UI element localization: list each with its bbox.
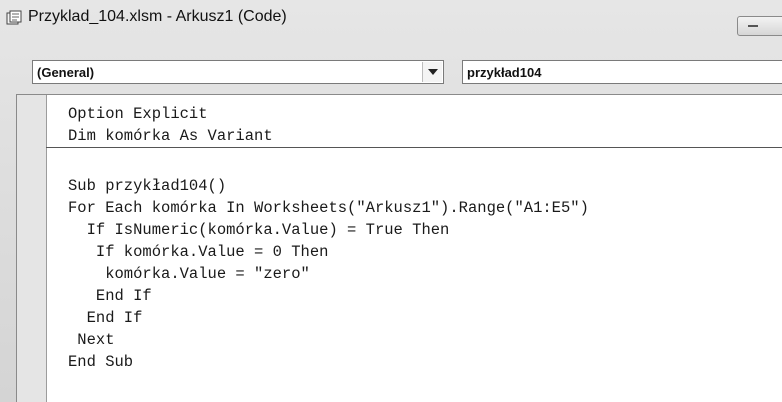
code-line[interactable]: End If [68, 308, 143, 328]
margin-indicator-bar[interactable] [17, 95, 47, 402]
vba-module-icon [6, 10, 22, 25]
object-dropdown-value: (General) [37, 65, 95, 80]
code-line[interactable]: Option Explicit [68, 104, 208, 124]
title-bar[interactable]: Przyklad_104.xlsm - Arkusz1 (Code) [0, 0, 782, 40]
object-dropdown[interactable]: (General) [32, 60, 444, 84]
vbe-code-window: Przyklad_104.xlsm - Arkusz1 (Code) (Gene… [0, 0, 782, 402]
code-line[interactable]: Sub przykład104() [68, 176, 226, 196]
code-line[interactable]: For Each komórka In Worksheets("Arkusz1"… [68, 198, 589, 218]
code-line[interactable]: If IsNumeric(komórka.Value) = True Then [68, 220, 450, 240]
code-line[interactable]: If komórka.Value = 0 Then [68, 242, 329, 262]
procedure-separator [46, 147, 782, 148]
minimize-icon [748, 25, 758, 27]
window-title: Przyklad_104.xlsm - Arkusz1 (Code) [28, 8, 287, 25]
minimize-button[interactable] [737, 16, 782, 36]
code-line[interactable]: End Sub [68, 352, 133, 372]
procedure-dropdown-value: przykład104 [467, 65, 542, 80]
chevron-down-icon [428, 69, 438, 75]
object-dropdown-button[interactable] [422, 62, 442, 82]
procedure-dropdown[interactable]: przykład104 [462, 60, 782, 84]
code-line[interactable]: komórka.Value = "zero" [68, 264, 310, 284]
code-line[interactable]: End If [68, 286, 152, 306]
code-line[interactable]: Dim komórka As Variant [68, 126, 273, 146]
code-line[interactable]: Next [68, 330, 114, 350]
